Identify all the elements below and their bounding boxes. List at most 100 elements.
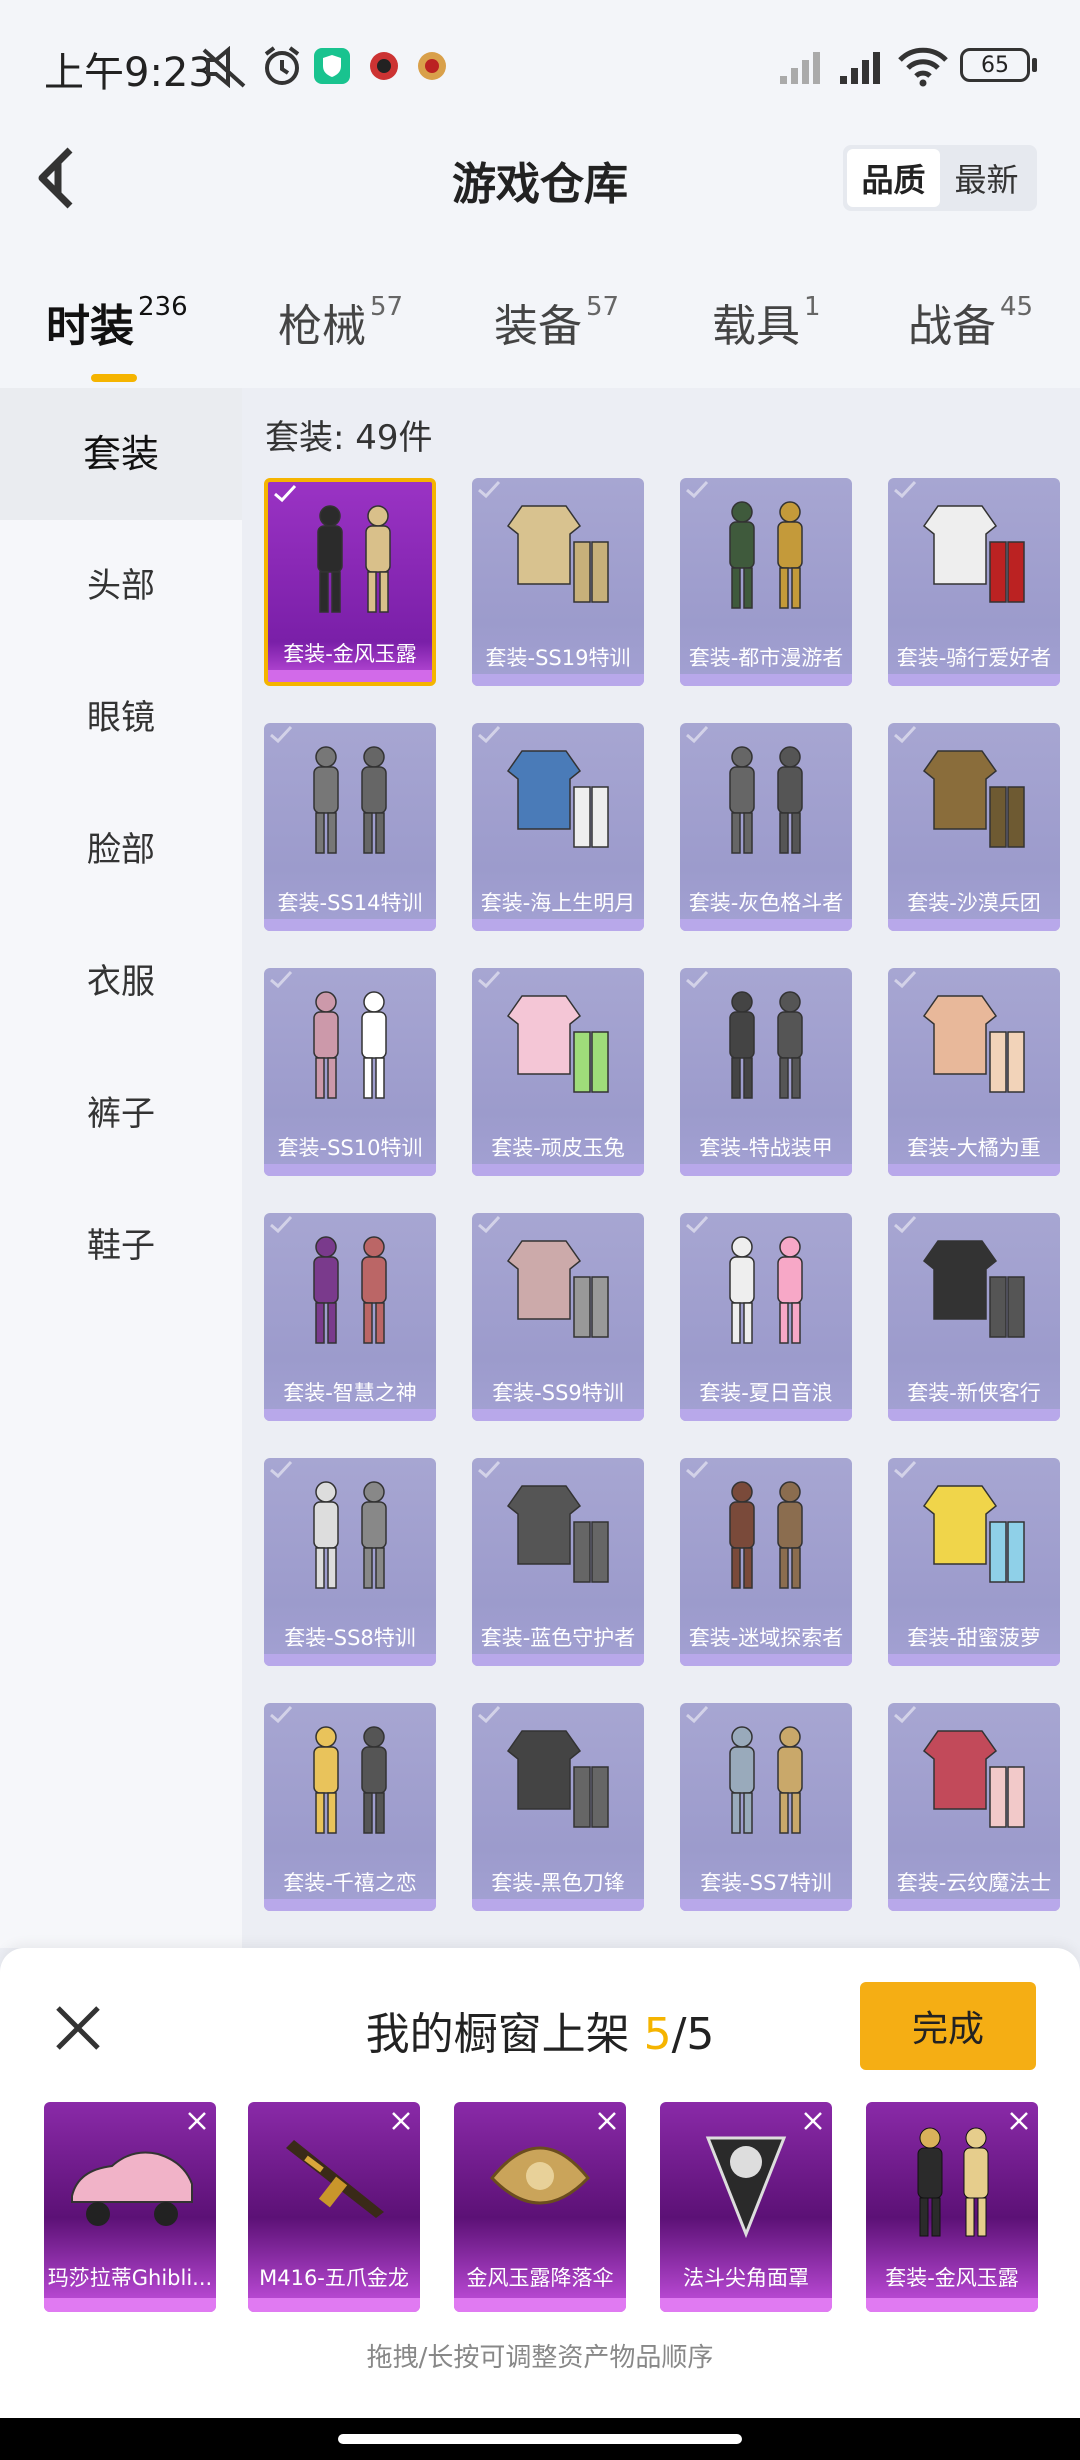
- item-name: 套装-沙漠兵团: [907, 891, 1041, 915]
- rarity-strip: [264, 1654, 436, 1666]
- battery-icon: 65: [960, 48, 1030, 82]
- item-thumbnail: [492, 492, 624, 618]
- item-card[interactable]: 套装-特战装甲: [680, 968, 852, 1176]
- wifi-icon: [898, 47, 948, 87]
- rarity-strip: [680, 1654, 852, 1666]
- showcase-item[interactable]: 玛莎拉蒂Ghibli...: [44, 2102, 216, 2312]
- sidebar-item-sets[interactable]: 套装: [0, 388, 242, 520]
- item-name: 套装-灰色格斗者: [688, 891, 844, 915]
- rarity-strip: [888, 1164, 1060, 1176]
- item-card[interactable]: 套装-SS19特训: [472, 478, 644, 686]
- tab-guns[interactable]: 枪械 57: [278, 290, 403, 354]
- tab-label: 载具: [712, 301, 800, 352]
- item-thumbnail: [492, 1717, 624, 1843]
- item-name: 套装-金风玉露: [283, 642, 417, 666]
- showcase-item[interactable]: 套装-金风玉露: [866, 2102, 1038, 2312]
- item-card[interactable]: 套装-新侠客行: [888, 1213, 1060, 1421]
- item-thumbnail: [908, 982, 1040, 1108]
- sidebar-item-pants[interactable]: 裤子: [0, 1048, 242, 1180]
- tab-label: 装备: [494, 301, 582, 352]
- item-card[interactable]: 套装-智慧之神: [264, 1213, 436, 1421]
- showcase-item-name: 套装-金风玉露: [885, 2266, 1019, 2290]
- showcase-item[interactable]: 法斗尖角面罩: [660, 2102, 832, 2312]
- item-count-label: 套装: 49件: [265, 418, 433, 458]
- item-thumbnail: [284, 1717, 416, 1843]
- item-card[interactable]: 套装-夏日音浪: [680, 1213, 852, 1421]
- item-name: 套装-智慧之神: [283, 1381, 417, 1405]
- showcase-item[interactable]: 金风玉露降落伞: [454, 2102, 626, 2312]
- item-name: 套装-千禧之恋: [283, 1871, 417, 1895]
- item-card[interactable]: 套装-千禧之恋: [264, 1703, 436, 1911]
- item-name: 套装-SS7特训: [700, 1871, 832, 1895]
- item-thumbnail: [700, 1472, 832, 1598]
- showcase-total-count: 5: [686, 2009, 715, 2060]
- tab-count: 45: [1000, 292, 1034, 322]
- tab-count: 57: [586, 292, 620, 322]
- rarity-strip: [680, 1899, 852, 1911]
- item-name: 套装-SS10特训: [277, 1136, 423, 1160]
- sidebar-item-face[interactable]: 脸部: [0, 784, 242, 916]
- showcase-separator: /: [671, 2009, 687, 2060]
- item-card[interactable]: 套装-骑行爱好者: [888, 478, 1060, 686]
- item-card[interactable]: 套装-云纹魔法士: [888, 1703, 1060, 1911]
- rarity-strip: [264, 1409, 436, 1421]
- item-name: 套装-骑行爱好者: [896, 646, 1052, 670]
- item-thumbnail: [492, 1472, 624, 1598]
- item-thumbnail: [492, 1227, 624, 1353]
- game-app-icon-2: [418, 52, 446, 80]
- item-thumbnail: [284, 1227, 416, 1353]
- showcase-item[interactable]: M416-五爪金龙: [248, 2102, 420, 2312]
- tab-count: 57: [370, 292, 404, 322]
- item-card[interactable]: 套装-都市漫游者: [680, 478, 852, 686]
- tab-label: 时装: [46, 301, 134, 352]
- item-card[interactable]: 套装-SS8特训: [264, 1458, 436, 1666]
- showcase-item-name: 玛莎拉蒂Ghibli...: [47, 2266, 213, 2290]
- item-name: 套装-SS19特训: [485, 646, 631, 670]
- item-card[interactable]: 套装-海上生明月: [472, 723, 644, 931]
- done-button[interactable]: 完成: [860, 1982, 1036, 2070]
- tab-fashion[interactable]: 时装 236: [46, 290, 188, 382]
- item-name: 套装-夏日音浪: [699, 1381, 833, 1405]
- rarity-strip: [264, 1164, 436, 1176]
- rarity-strip: [472, 1409, 644, 1421]
- showcase-title-text: 我的橱窗上架: [365, 2009, 644, 2060]
- game-app-icon: [370, 52, 398, 80]
- home-indicator[interactable]: [338, 2434, 742, 2444]
- item-name: 套装-蓝色守护者: [480, 1626, 636, 1650]
- item-card[interactable]: 套装-顽皮玉兔: [472, 968, 644, 1176]
- rarity-strip: [680, 674, 852, 686]
- item-card[interactable]: 套装-甜蜜菠萝: [888, 1458, 1060, 1666]
- rarity-strip: [888, 1899, 1060, 1911]
- item-name: 套装-大橘为重: [907, 1136, 1041, 1160]
- item-card[interactable]: 套装-大橘为重: [888, 968, 1060, 1176]
- item-thumbnail: [284, 737, 416, 863]
- sort-option-quality[interactable]: 品质: [847, 149, 940, 207]
- item-card[interactable]: 套装-沙漠兵团: [888, 723, 1060, 931]
- item-card[interactable]: 套装-SS9特训: [472, 1213, 644, 1421]
- item-card[interactable]: 套装-SS14特训: [264, 723, 436, 931]
- item-card[interactable]: 套装-SS10特训: [264, 968, 436, 1176]
- sidebar-item-head[interactable]: 头部: [0, 520, 242, 652]
- tab-equipment[interactable]: 装备 57: [494, 290, 619, 354]
- status-bar: 上午9:23 65: [0, 0, 1080, 130]
- security-app-icon: [314, 48, 350, 84]
- sidebar-item-clothes[interactable]: 衣服: [0, 916, 242, 1048]
- sidebar-item-shoes[interactable]: 鞋子: [0, 1180, 242, 1312]
- item-card[interactable]: 套装-黑色刀锋: [472, 1703, 644, 1911]
- status-time: 上午9:23: [44, 50, 214, 96]
- item-card[interactable]: 套装-迷域探索者: [680, 1458, 852, 1666]
- item-card[interactable]: 套装-蓝色守护者: [472, 1458, 644, 1666]
- tab-supplies[interactable]: 战备 45: [908, 290, 1033, 354]
- item-thumbnail: [492, 982, 624, 1108]
- rarity-strip: [680, 1164, 852, 1176]
- item-name: 套装-SS14特训: [277, 891, 423, 915]
- sidebar-item-glasses[interactable]: 眼镜: [0, 652, 242, 784]
- item-thumbnail: [284, 1472, 416, 1598]
- sort-option-newest[interactable]: 最新: [940, 149, 1033, 207]
- item-card[interactable]: 套装-SS7特训: [680, 1703, 852, 1911]
- item-card-selected[interactable]: 套装-金风玉露: [264, 478, 436, 686]
- tab-vehicles[interactable]: 载具 1: [712, 290, 821, 354]
- showcase-item-name: 金风玉露降落伞: [466, 2266, 614, 2290]
- rarity-strip: [264, 1899, 436, 1911]
- item-card[interactable]: 套装-灰色格斗者: [680, 723, 852, 931]
